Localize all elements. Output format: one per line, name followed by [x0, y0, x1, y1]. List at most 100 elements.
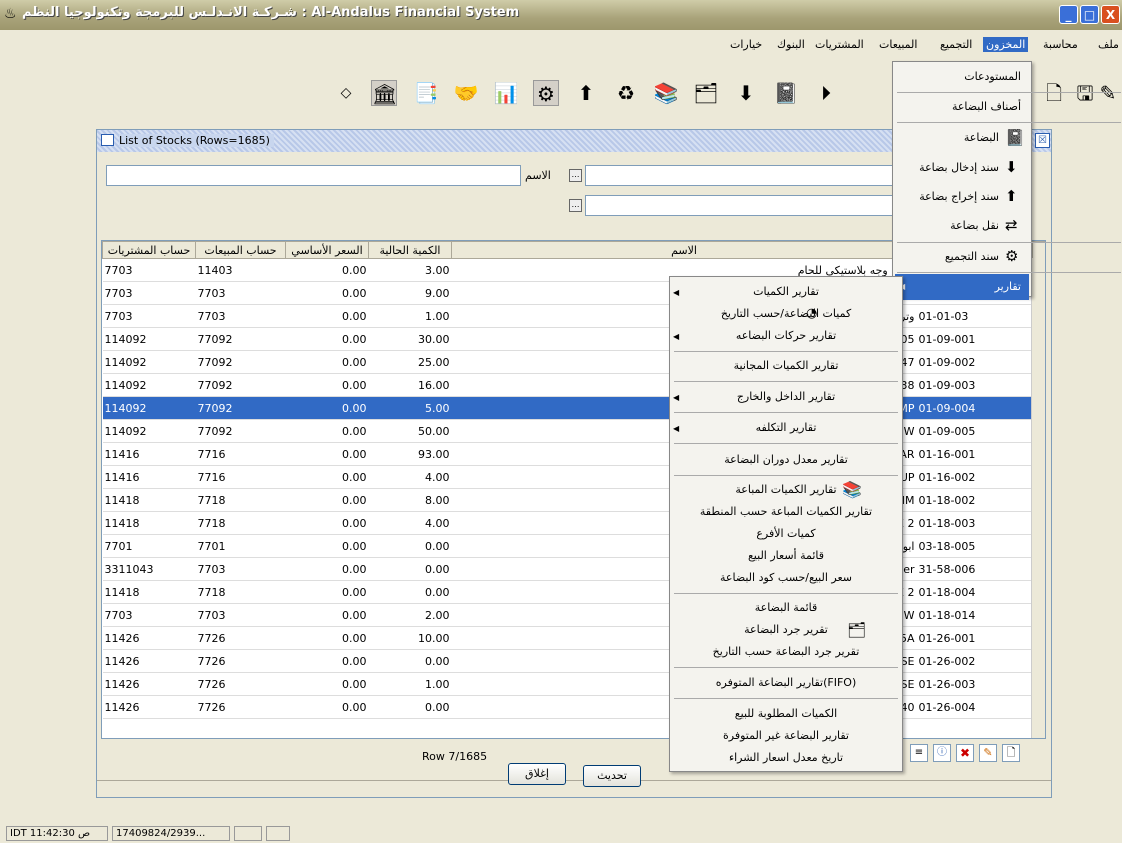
menu-purchases[interactable]: المشتريات	[812, 37, 867, 52]
inventory-icon[interactable]: 🗂	[693, 80, 719, 106]
menu-movement-reports[interactable]: تقارير حركات البضاعه	[672, 325, 900, 347]
table-row[interactable]: 1142677260.000.00FUSE HOLDER ON BRIDGE-G…	[102, 649, 1045, 673]
menu-purchase-price-history[interactable]: تاريخ معدل اسعار الشراء	[672, 747, 900, 769]
close-window-button[interactable]: X	[1101, 5, 1120, 24]
gears-icon[interactable]: ⚙	[533, 80, 559, 106]
second-field[interactable]	[585, 195, 895, 216]
inner-close-button[interactable]: ☒	[1035, 133, 1050, 148]
table-row[interactable]: 1141877180.008.00FESTOOR BULB 12V-3W ,6M…	[102, 488, 1045, 512]
table-row[interactable]: 770377030.002.00OUTSIDE ROUND GLOP LIGTH…	[102, 603, 1045, 627]
cell-sales-account: 7718	[195, 511, 286, 535]
transfer-icon[interactable]: ♻	[613, 80, 639, 106]
eraser-icon[interactable]: ◇	[333, 80, 359, 106]
menu-goods-list[interactable]: قائمة البضاعة	[672, 597, 900, 619]
menu-item-categories[interactable]: أصناف البضاعة	[895, 94, 1029, 120]
close-button[interactable]: إغلاق	[508, 763, 566, 785]
edit-icon[interactable]: ✎	[1095, 80, 1121, 106]
menu-sales[interactable]: المبيعات	[876, 37, 920, 52]
menu-reports[interactable]: تقارير	[895, 274, 1029, 300]
menu-turnover-reports[interactable]: تقارير معدل دوران البضاعة	[672, 449, 900, 471]
issue-icon: ⬆	[1005, 187, 1018, 205]
table-row[interactable]: 114092770920.005.00E.LIGHT LAMP / لامبة …	[102, 396, 1045, 420]
col-header-name[interactable]: الاسم	[451, 241, 917, 259]
cell-code: 01-16-002	[916, 465, 1033, 489]
table-row[interactable]: 114092770920.0016.00GX-UN LAMP -U- 1538 …	[102, 373, 1045, 397]
menu-required-qty[interactable]: الكميات المطلوبة للبيع	[672, 703, 900, 725]
table-row[interactable]: 770377030.001.00وتركيب الصواميل والبراغي…	[102, 304, 1045, 328]
table-row[interactable]: 1141677160.004.00PUSH BAR LAMP PHELDEY T…	[102, 465, 1045, 489]
name-search-input[interactable]	[106, 165, 521, 186]
menu-warehouses[interactable]: المستودعات	[895, 64, 1029, 90]
table-row[interactable]: 770177010.000.00ابواب كابينة داخلية03-18…	[102, 534, 1045, 558]
maximize-button[interactable]: □	[1080, 5, 1099, 24]
menu-in-out-reports[interactable]: تقارير الداخل والخارج	[672, 386, 900, 408]
items-icon: 📓	[1005, 128, 1025, 147]
cell-current-qty: 5.00	[368, 396, 452, 420]
col-header-base-price[interactable]: السعر الأساسي	[285, 241, 369, 259]
table-row[interactable]: 331104377030.000.00Notes Paper31-58-006	[102, 557, 1045, 581]
documents-icon[interactable]: 📑	[413, 80, 439, 106]
menu-fifo-report[interactable]: تقارير البضاعة المتوفره(FIFO)	[672, 672, 900, 694]
table-row[interactable]: 114092770920.0030.00GX-UN LAMP -M- L.100…	[102, 327, 1045, 351]
menu-quantity-reports[interactable]: تقارير الكميات	[672, 281, 900, 303]
menu-branch-qty[interactable]: كميات الأفرع	[672, 523, 900, 545]
menu-accounting[interactable]: محاسبة	[1040, 37, 1081, 52]
refresh-button[interactable]: تحديث	[583, 765, 641, 787]
menu-cost-reports[interactable]: تقارير التكلفه	[672, 417, 900, 439]
cell-sales-account: 11403	[195, 258, 286, 282]
delete-button[interactable]: ✖	[956, 744, 974, 762]
divider	[97, 780, 1051, 781]
cell-purchases-account: 7703	[102, 603, 196, 627]
menu-file[interactable]: ملف	[1095, 37, 1122, 52]
col-header-sales-account[interactable]: حساب المبيعات	[195, 241, 286, 259]
name-field[interactable]	[585, 165, 895, 186]
menu-sold-qty-by-region[interactable]: تقارير الكميات المباعة حسب المنطقة	[672, 501, 900, 523]
edit-record-button[interactable]: ✎	[979, 744, 997, 762]
menu-price-list[interactable]: قائمة أسعار البيع	[672, 545, 900, 567]
info-button[interactable]: ⓘ	[933, 744, 951, 762]
cell-base-price: 0.00	[285, 534, 369, 558]
cell-current-qty: 0.00	[368, 695, 452, 719]
cell-purchases-account: 7703	[102, 281, 196, 305]
table-row[interactable]: 1141677160.0093.00LIGHT BULB HOLDER UP T…	[102, 442, 1045, 466]
table-scrollbar[interactable]	[1031, 258, 1045, 738]
export-icon[interactable]: ⬆	[573, 80, 599, 106]
name-lookup-button[interactable]: …	[569, 169, 582, 182]
ledger-icon[interactable]: 📓	[773, 80, 799, 106]
bank-icon[interactable]: 🏛	[371, 80, 397, 106]
table-row[interactable]: 1142677260.001.00SCREW FUSE RLOLDER-FOR …	[102, 672, 1045, 696]
menu-options[interactable]: خيارات	[727, 37, 765, 52]
menu-assembly[interactable]: التجميع	[937, 37, 975, 52]
chart-icon[interactable]: 📊	[493, 80, 519, 106]
col-header-current-qty[interactable]: الكمية الحالية	[368, 241, 452, 259]
new-record-button[interactable]: 🗋	[1002, 744, 1020, 762]
menu-free-qty-reports[interactable]: تقارير الكميات المجانية	[672, 355, 900, 377]
menu-qty-by-date[interactable]: كميات البضاعة/حسب التاريخ	[672, 303, 900, 325]
menu-inventory[interactable]: المخزون	[983, 37, 1029, 52]
col-header-purchases-account[interactable]: حساب المشتريات	[102, 241, 196, 259]
status-cell	[266, 826, 290, 841]
handshake-icon[interactable]: 🤝	[453, 80, 479, 106]
minimize-button[interactable]: _	[1059, 5, 1078, 24]
table-row[interactable]: 1142677260.0010.00GLASS FUSE - 5X20 MM-1…	[102, 626, 1045, 650]
second-lookup-button[interactable]: …	[569, 199, 582, 212]
menu-banks[interactable]: البنوك	[774, 37, 808, 52]
menu-inventory-count-by-date[interactable]: تقرير جرد البضاعة حسب التاريخ	[672, 641, 900, 663]
navigate-icon[interactable]: ⏵	[813, 80, 839, 106]
menu-separator	[674, 593, 898, 594]
list-view-button[interactable]: ≡	[910, 744, 928, 762]
table-row[interactable]: 1141877180.000.002 BULBS WITH HEEPING BO…	[102, 580, 1045, 604]
menu-unavailable-goods[interactable]: تقارير البضاعة غير المتوفرة	[672, 725, 900, 747]
menu-sold-qty-reports[interactable]: تقارير الكميات المباعة	[672, 479, 900, 501]
cell-purchases-account: 11426	[102, 672, 196, 696]
book-icon[interactable]: 📚	[653, 80, 679, 106]
table-row[interactable]: 1142677260.000.00FLORESANT LAMP W40 / W4…	[102, 695, 1045, 719]
menu-price-by-code[interactable]: سعر البيع/حسب كود البضاعة	[672, 567, 900, 589]
table-row[interactable]: 1141877180.004.002 BULBS WITH HEEPING BO…	[102, 511, 1045, 535]
table-row[interactable]: 114092770920.0025.00GX-GU LAMP-M- L.247 …	[102, 350, 1045, 374]
table-row[interactable]: 114092770920.0050.00LIGHT LAMP 240V-10W,…	[102, 419, 1045, 443]
import-icon[interactable]: ⬇	[733, 80, 759, 106]
page-icon[interactable]: 🗋	[1041, 80, 1067, 106]
cell-sales-account: 7703	[195, 304, 286, 328]
cell-base-price: 0.00	[285, 557, 369, 581]
